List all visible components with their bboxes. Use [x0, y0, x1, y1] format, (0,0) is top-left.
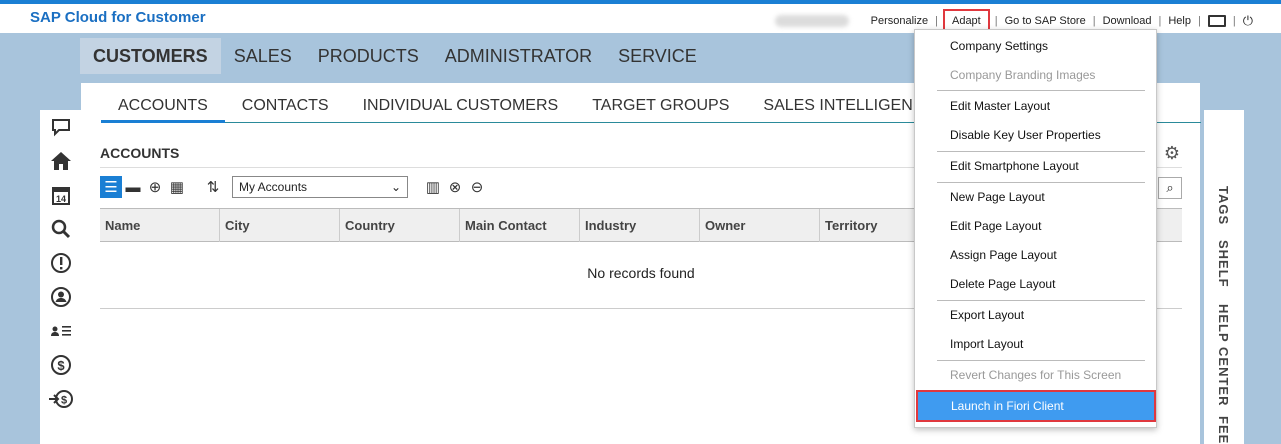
- subtab-accounts[interactable]: ACCOUNTS: [101, 93, 225, 123]
- main-tabs: CUSTOMERS SALES PRODUCTS ADMINISTRATOR S…: [80, 38, 710, 74]
- tab-sales[interactable]: SALES: [221, 38, 305, 74]
- menu-new-page-layout[interactable]: New Page Layout: [915, 190, 1158, 204]
- person-icon[interactable]: [40, 280, 81, 314]
- menu-export-layout[interactable]: Export Layout: [915, 308, 1158, 322]
- search-button[interactable]: ⌕: [1158, 177, 1182, 199]
- adapt-menu: Company Settings Company Branding Images…: [914, 29, 1157, 428]
- rail-tags[interactable]: TAGS: [1216, 186, 1231, 225]
- rail-shelf[interactable]: SHELF: [1216, 240, 1231, 288]
- columns-icon[interactable]: ▥: [422, 176, 444, 198]
- user-name-blurred: [774, 15, 849, 27]
- tab-service[interactable]: SERVICE: [605, 38, 710, 74]
- separator: |: [935, 15, 938, 27]
- menu-separator: [937, 360, 1145, 361]
- menu-assign-page-layout[interactable]: Assign Page Layout: [915, 248, 1158, 262]
- menu-separator: [937, 151, 1145, 152]
- dollar-icon[interactable]: $: [40, 348, 81, 382]
- menu-edit-page-layout[interactable]: Edit Page Layout: [915, 219, 1158, 233]
- column-header-owner[interactable]: Owner: [700, 209, 820, 242]
- download-link[interactable]: Download: [1103, 15, 1152, 27]
- svg-text:$: $: [60, 395, 66, 407]
- subtab-contacts[interactable]: CONTACTS: [225, 93, 346, 123]
- menu-edit-master-layout[interactable]: Edit Master Layout: [915, 99, 1158, 113]
- tab-customers[interactable]: CUSTOMERS: [80, 38, 221, 74]
- menu-company-branding-images: Company Branding Images: [950, 68, 1096, 82]
- separator: |: [1158, 15, 1162, 27]
- alert-icon[interactable]: [40, 246, 81, 280]
- list-toolbar: ☰ ▬ ⊕ ▦ ⇅ My Accounts ⌄ ▥ ⊗ ⊖: [100, 175, 488, 199]
- brand-logo: SAP Cloud for Customer: [30, 9, 206, 26]
- menu-import-layout[interactable]: Import Layout: [915, 337, 1158, 351]
- menu-edit-smartphone-layout[interactable]: Edit Smartphone Layout: [915, 159, 1158, 173]
- sap-store-link[interactable]: Go to SAP Store: [1005, 15, 1086, 27]
- help-link[interactable]: Help: [1168, 15, 1191, 27]
- menu-delete-page-layout[interactable]: Delete Page Layout: [915, 277, 1158, 291]
- menu-separator: [937, 182, 1145, 183]
- grid-view-icon[interactable]: ▦: [166, 176, 188, 198]
- left-icon-rail: 14 $ $: [40, 110, 81, 444]
- menu-company-settings[interactable]: Company Settings: [915, 39, 1158, 53]
- subtab-target-groups[interactable]: TARGET GROUPS: [575, 93, 746, 123]
- zoom-search-icon[interactable]: ⊖: [466, 176, 488, 198]
- filter-selected: My Accounts: [239, 180, 308, 194]
- calendar-icon[interactable]: 14: [40, 178, 81, 212]
- globe-view-icon[interactable]: ⊕: [144, 176, 166, 198]
- rail-help-center[interactable]: HELP CENTER: [1216, 304, 1231, 407]
- account-filter-select[interactable]: My Accounts ⌄: [232, 176, 408, 198]
- list-view-icon[interactable]: ☰: [100, 176, 122, 198]
- calendar-day: 14: [55, 194, 65, 204]
- subtab-individual-customers[interactable]: INDIVIDUAL CUSTOMERS: [346, 93, 576, 123]
- sort-icon[interactable]: ⇅: [202, 176, 224, 198]
- column-header-country[interactable]: Country: [340, 209, 460, 242]
- subtab-sales-intelligence[interactable]: SALES INTELLIGEN: [746, 93, 929, 123]
- column-header-main-contact[interactable]: Main Contact: [460, 209, 580, 242]
- column-header-name[interactable]: Name: [100, 209, 220, 242]
- home-icon[interactable]: [40, 144, 81, 178]
- svg-text:$: $: [57, 358, 65, 373]
- column-header-city[interactable]: City: [220, 209, 340, 242]
- team-list-icon[interactable]: [40, 314, 81, 348]
- chevron-down-icon: ⌄: [390, 180, 401, 194]
- column-header-industry[interactable]: Industry: [580, 209, 700, 242]
- rail-feedback[interactable]: FEE: [1216, 416, 1231, 444]
- feed-icon[interactable]: [40, 110, 81, 144]
- arrow-dollar-icon[interactable]: $: [40, 382, 81, 416]
- separator: |: [1197, 15, 1201, 27]
- menu-launch-fiori-client[interactable]: Launch in Fiori Client: [916, 390, 1156, 422]
- separator: |: [1232, 15, 1236, 27]
- right-side-rail: TAGS SHELF HELP CENTER FEE: [1204, 110, 1244, 444]
- section-title: ACCOUNTS: [100, 145, 180, 161]
- personalize-link[interactable]: Personalize: [871, 15, 928, 27]
- tab-products[interactable]: PRODUCTS: [305, 38, 432, 74]
- search-icon[interactable]: [40, 212, 81, 246]
- gear-icon[interactable]: ⚙: [1164, 143, 1180, 164]
- table-view-icon[interactable]: ▬: [122, 176, 144, 198]
- menu-disable-key-user-properties[interactable]: Disable Key User Properties: [915, 128, 1158, 142]
- filter-clear-icon[interactable]: ⊗: [444, 176, 466, 198]
- menu-separator: [937, 90, 1145, 91]
- tab-administrator[interactable]: ADMINISTRATOR: [432, 38, 605, 74]
- separator: |: [994, 15, 998, 27]
- separator: |: [1092, 15, 1096, 27]
- window-icon[interactable]: [1207, 15, 1226, 27]
- menu-separator: [937, 300, 1145, 301]
- power-icon[interactable]: ⏻: [1243, 13, 1253, 29]
- menu-revert-changes: Revert Changes for This Screen: [950, 368, 1122, 382]
